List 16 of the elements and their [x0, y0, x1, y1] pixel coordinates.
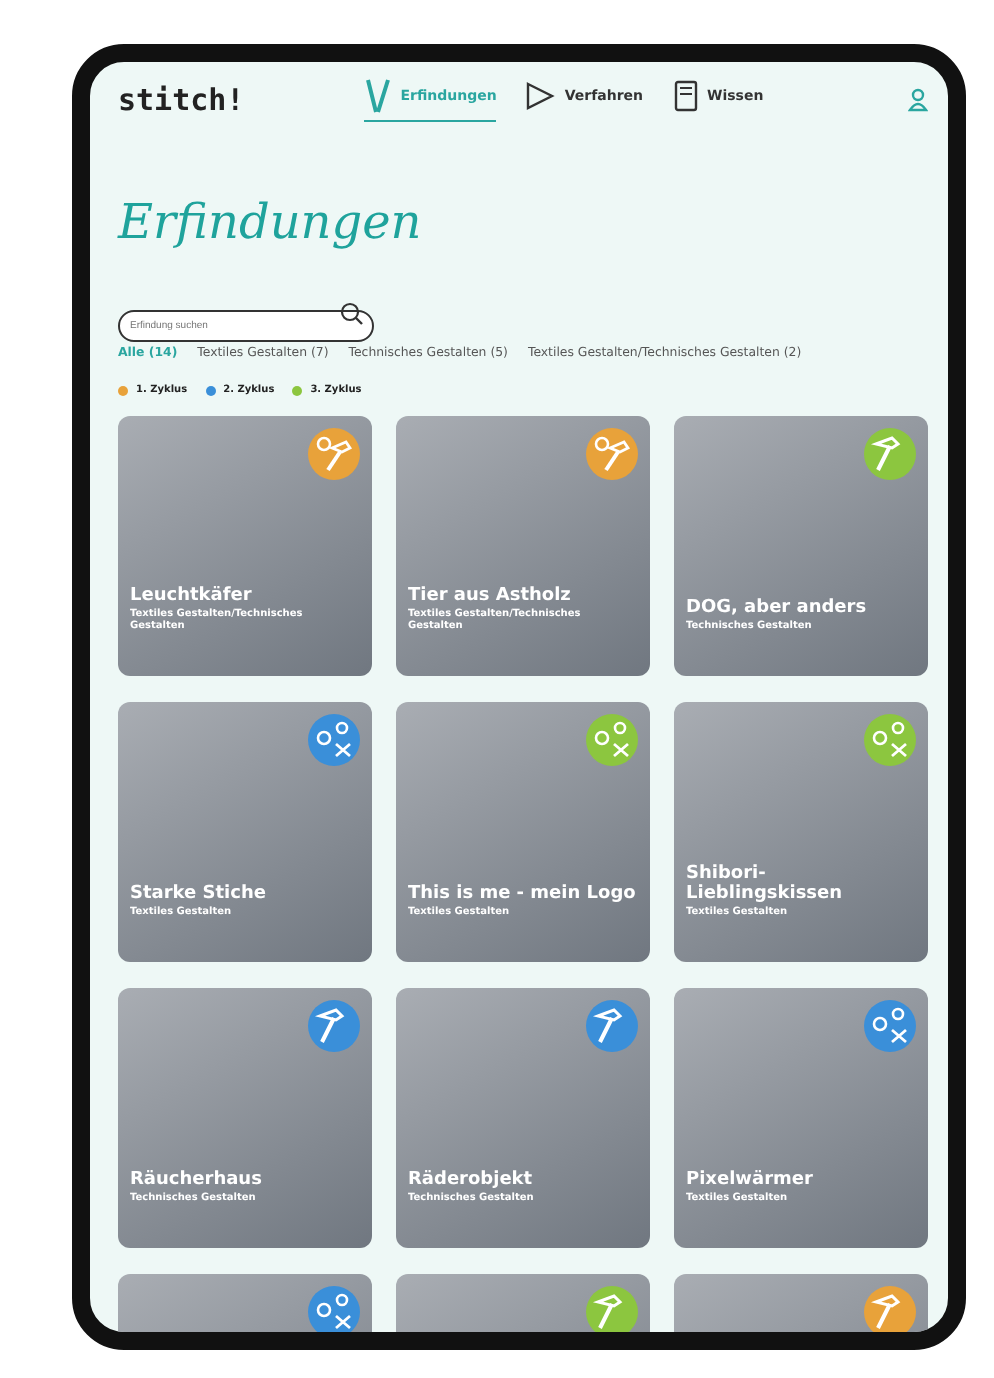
logo[interactable]: stitch!	[118, 82, 245, 118]
card-title: Leuchtkäfer	[130, 586, 254, 606]
user-icon[interactable]	[908, 88, 928, 112]
card-title: Tier aus Astholz	[408, 586, 573, 606]
card-title: Pixelwärmer	[686, 1170, 815, 1190]
page-title: Erfindungen	[118, 194, 424, 250]
card-title: Shibori-Lieblingskissen	[686, 864, 845, 904]
card-title: Räderobjekt	[408, 1170, 535, 1190]
search-icon[interactable]	[340, 302, 364, 326]
card-title: Starke Stiche	[130, 884, 268, 904]
play-icon	[524, 82, 557, 110]
pencil-icon	[364, 78, 393, 114]
card-title: Räucherhaus	[130, 1170, 264, 1190]
card-title: This is me - mein Logo	[408, 884, 638, 904]
book-icon	[671, 80, 700, 112]
card-title: DOG, aber anders	[686, 598, 869, 618]
